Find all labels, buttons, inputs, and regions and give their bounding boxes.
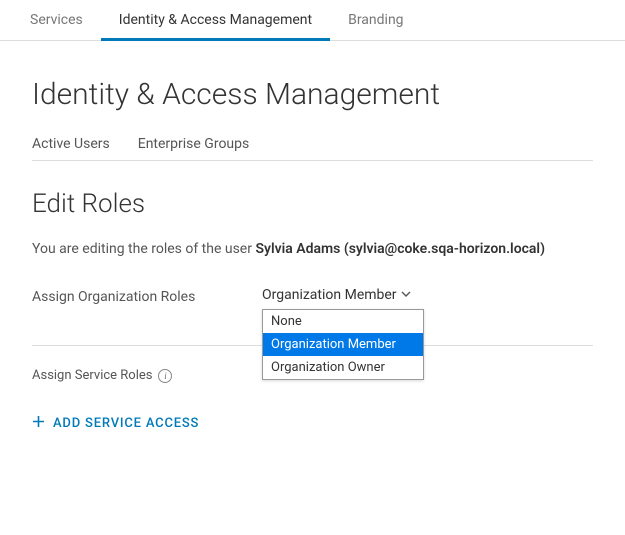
desc-prefix: You are editing the roles of the user bbox=[32, 241, 255, 257]
org-roles-selected: Organization Member bbox=[262, 287, 397, 303]
top-tabs: Services Identity & Access Management Br… bbox=[0, 0, 625, 41]
section-title: Edit Roles bbox=[32, 189, 593, 219]
org-roles-trigger[interactable]: Organization Member bbox=[262, 287, 411, 303]
plus-icon bbox=[32, 415, 45, 432]
chevron-down-icon bbox=[401, 287, 411, 303]
sub-tabs: Active Users Enterprise Groups bbox=[32, 130, 593, 161]
org-role-option-owner[interactable]: Organization Owner bbox=[263, 356, 423, 379]
content-area: Identity & Access Management Active User… bbox=[0, 41, 625, 452]
sub-tab-active-users[interactable]: Active Users bbox=[32, 130, 110, 160]
sub-tab-enterprise-groups[interactable]: Enterprise Groups bbox=[138, 130, 250, 160]
org-role-option-member[interactable]: Organization Member bbox=[263, 333, 423, 356]
org-roles-dropdown: Organization Member None Organization Me… bbox=[262, 287, 411, 303]
org-roles-row: Assign Organization Roles Organization M… bbox=[32, 287, 593, 346]
add-service-access-label: ADD SERVICE ACCESS bbox=[53, 416, 199, 431]
org-roles-label: Assign Organization Roles bbox=[32, 287, 262, 305]
info-icon[interactable]: i bbox=[158, 369, 172, 383]
service-roles-label: Assign Service Roles bbox=[32, 368, 152, 383]
tab-branding[interactable]: Branding bbox=[330, 0, 421, 41]
user-display: Sylvia Adams (sylvia@coke.sqa-horizon.lo… bbox=[255, 241, 545, 257]
tab-services[interactable]: Services bbox=[12, 0, 101, 41]
tab-identity-access[interactable]: Identity & Access Management bbox=[101, 0, 330, 41]
org-roles-menu: None Organization Member Organization Ow… bbox=[262, 309, 424, 380]
page-title: Identity & Access Management bbox=[32, 77, 593, 112]
add-service-access-button[interactable]: ADD SERVICE ACCESS bbox=[32, 415, 199, 432]
org-role-option-none[interactable]: None bbox=[263, 310, 423, 333]
edit-description: You are editing the roles of the user Sy… bbox=[32, 241, 593, 257]
